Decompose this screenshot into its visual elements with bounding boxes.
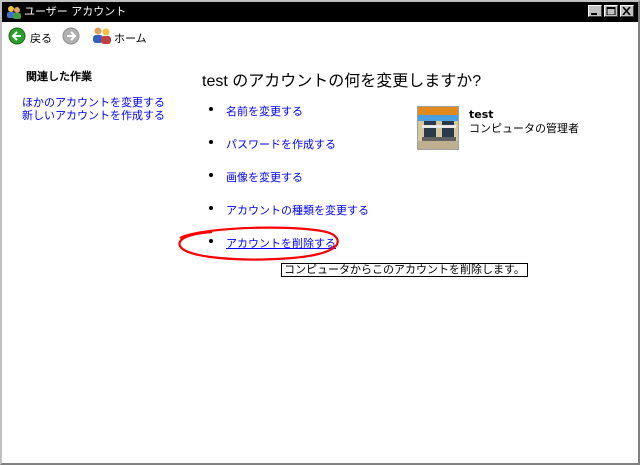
bullet <box>209 239 213 243</box>
back-label: 戻る <box>30 32 52 45</box>
account-avatar <box>417 106 459 150</box>
task-item-change-name: 名前を変更する <box>206 103 406 136</box>
back-arrow-icon <box>8 27 26 45</box>
close-button[interactable] <box>620 5 634 17</box>
task-item-change-picture: 画像を変更する <box>206 169 406 202</box>
change-name-link[interactable]: 名前を変更する <box>226 103 303 119</box>
bullet <box>209 140 213 144</box>
close-icon <box>622 7 631 15</box>
task-item-create-password: パスワードを作成する <box>206 136 406 169</box>
forward-arrow-icon <box>62 27 80 45</box>
change-account-type-link[interactable]: アカウントの種類を変更する <box>226 202 369 218</box>
create-password-link[interactable]: パスワードを作成する <box>226 136 336 152</box>
user-accounts-window: ユーザー アカウント 戻る ホーム 関連した作業 ほかのアカウントを変更する 新… <box>0 0 640 465</box>
task-item-change-account-type: アカウントの種類を変更する <box>206 202 406 235</box>
related-tasks-panel: 関連した作業 ほかのアカウントを変更する 新しいアカウントを作成する <box>22 68 182 122</box>
delete-account-link[interactable]: アカウントを削除する <box>226 235 336 251</box>
navigation-bar: 戻る ホーム <box>2 22 638 50</box>
user-accounts-icon <box>7 6 21 19</box>
create-new-account-link[interactable]: 新しいアカウントを作成する <box>22 109 182 122</box>
change-picture-link[interactable]: 画像を変更する <box>226 169 303 185</box>
maximize-icon <box>606 7 616 15</box>
home-users-icon <box>93 27 111 44</box>
title-bar[interactable]: ユーザー アカウント <box>2 2 638 22</box>
change-other-account-link[interactable]: ほかのアカウントを変更する <box>22 96 182 109</box>
account-picture-icon <box>418 107 458 149</box>
forward-button[interactable] <box>62 27 80 48</box>
home-label: ホーム <box>114 32 147 45</box>
bullet <box>209 107 213 111</box>
related-tasks-heading: 関連した作業 <box>26 70 92 83</box>
home-button[interactable]: ホーム <box>92 26 147 47</box>
page-title: test のアカウントの何を変更しますか? <box>202 73 482 90</box>
task-list: 名前を変更する パスワードを作成する 画像を変更する アカウントの種類を変更する… <box>206 103 406 268</box>
bullet <box>209 206 213 210</box>
minimize-icon <box>591 13 597 15</box>
minimize-button[interactable] <box>588 5 602 17</box>
back-button[interactable]: 戻る <box>8 27 52 45</box>
account-role: コンピュータの管理者 <box>469 122 579 135</box>
maximize-button[interactable] <box>604 5 618 17</box>
tooltip: コンピュータからこのアカウントを削除します。 <box>281 263 528 277</box>
window-controls <box>586 5 634 19</box>
window-title: ユーザー アカウント <box>24 5 127 18</box>
bullet <box>209 173 213 177</box>
